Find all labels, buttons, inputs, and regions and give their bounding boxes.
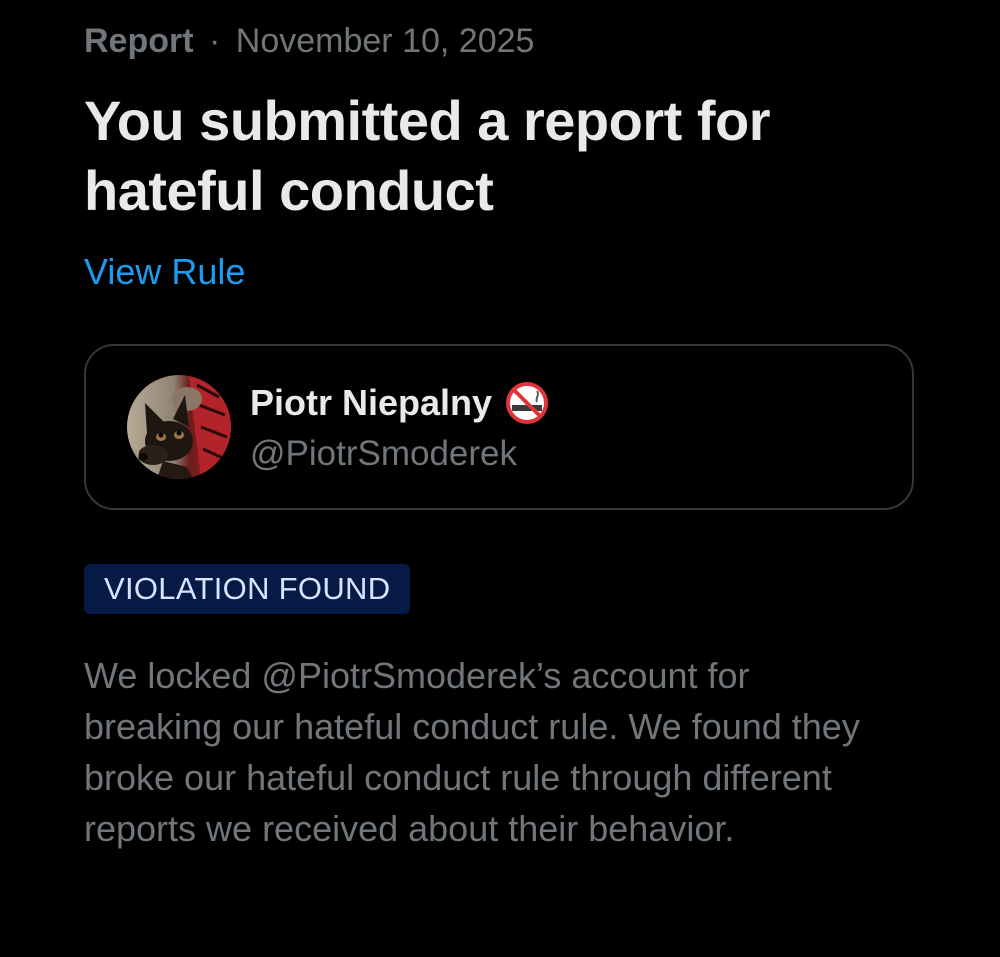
no-smoking-icon — [504, 380, 550, 426]
display-name: Piotr Niepalny — [250, 382, 493, 423]
display-name-row: Piotr Niepalny — [250, 380, 550, 426]
report-description: We locked @PiotrSmoderek’s account for b… — [84, 655, 860, 849]
page-title: You submitted a report for hateful condu… — [84, 89, 771, 222]
user-handle: @PiotrSmoderek — [250, 434, 518, 473]
report-date: November 10, 2025 — [235, 22, 535, 60]
avatar[interactable] — [127, 375, 231, 479]
reported-user-card[interactable]: Piotr Niepalny @PiotrSmoderek — [84, 344, 914, 510]
user-info: Piotr Niepalny @PiotrSmoderek — [250, 380, 550, 476]
report-meta: Report · November 10, 2025 — [84, 18, 918, 64]
status-badge: VIOLATION FOUND — [84, 564, 411, 614]
report-detail: Report · November 10, 2025 You submitted… — [84, 18, 918, 854]
report-label: Report — [84, 22, 194, 60]
meta-separator: · — [209, 22, 221, 60]
dog-photo-avatar-image — [127, 375, 231, 479]
view-rule-link[interactable]: View Rule — [84, 250, 245, 294]
